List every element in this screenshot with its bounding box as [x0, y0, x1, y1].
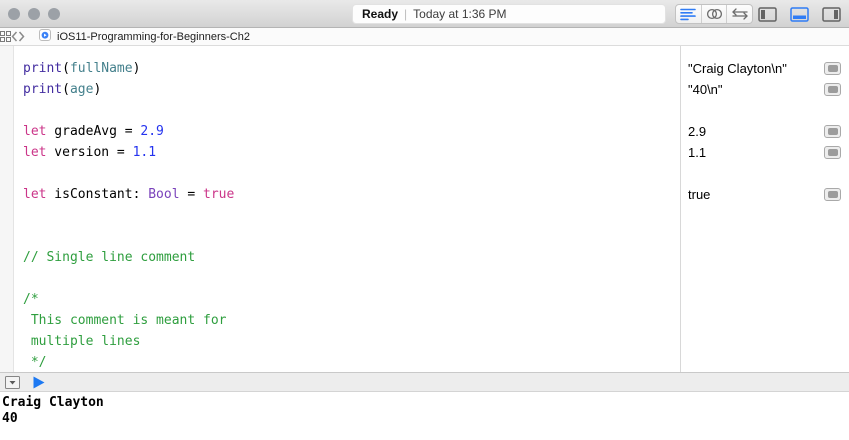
console-line: Craig Clayton	[2, 395, 104, 410]
results-sidebar: "Craig Clayton\n" "40\n" 2.9 1.1 true	[680, 46, 849, 372]
result-value: "40\n"	[688, 82, 723, 97]
standard-editor-button[interactable]	[676, 5, 702, 23]
show-result-icon	[827, 191, 838, 198]
console-output[interactable]: Craig Clayton 40	[0, 392, 849, 440]
navigator-toggle-button[interactable]	[755, 6, 780, 23]
code-line: // Single line comment	[23, 250, 196, 265]
jump-bar: iOS11-Programming-for-Beginners-Ch2	[0, 28, 849, 46]
back-button[interactable]	[11, 31, 18, 42]
zoom-button[interactable]	[48, 8, 60, 20]
playground-file-icon	[39, 29, 51, 44]
result-value: true	[688, 187, 711, 202]
swap-arrows-icon	[732, 8, 748, 20]
editor-region: print(fullName) print(age) let gradeAvg =…	[0, 46, 849, 372]
forward-button[interactable]	[18, 31, 25, 42]
code-pane[interactable]: print(fullName) print(age) let gradeAvg =…	[14, 46, 680, 372]
xcode-playground-window: Ready | Today at 1:36 PM iOS11-Programmi…	[0, 0, 849, 440]
build-status: Ready	[362, 7, 399, 21]
editor-mode-segmented-control	[675, 4, 753, 24]
show-result-icon	[827, 128, 838, 135]
code-line: */	[23, 355, 47, 370]
panel-bottom-icon	[790, 6, 809, 22]
show-result-icon	[827, 149, 838, 156]
grid-icon	[0, 31, 11, 42]
show-result-icon	[827, 65, 838, 72]
result-row: true	[681, 184, 849, 205]
window-titlebar: Ready | Today at 1:36 PM	[0, 0, 849, 28]
panel-left-icon	[758, 6, 777, 22]
traffic-lights	[8, 8, 60, 20]
code-line: multiple lines	[23, 334, 141, 349]
version-editor-button[interactable]	[727, 5, 752, 23]
code-line: let isConstant: Bool = true	[23, 187, 235, 202]
code-line: let gradeAvg = 2.9	[23, 124, 164, 139]
run-button[interactable]	[33, 376, 45, 389]
chevron-right-icon	[18, 31, 25, 42]
result-value: "Craig Clayton\n"	[688, 61, 787, 76]
debug-area-toggle-button[interactable]	[787, 6, 812, 23]
linked-circles-icon	[706, 8, 722, 20]
minimize-button[interactable]	[28, 8, 40, 20]
result-row: "Craig Clayton\n"	[681, 58, 849, 79]
chevron-left-icon	[11, 31, 18, 42]
collapse-down-icon	[5, 375, 20, 389]
document-title[interactable]: iOS11-Programming-for-Beginners-Ch2	[57, 31, 250, 43]
related-items-button[interactable]	[0, 31, 11, 42]
result-value: 1.1	[688, 145, 707, 160]
code-line: This comment is meant for	[23, 313, 227, 328]
code-line: /*	[23, 292, 39, 307]
debug-bar	[0, 372, 849, 392]
close-button[interactable]	[8, 8, 20, 20]
status-timestamp: Today at 1:36 PM	[413, 7, 507, 21]
code-line: let version = 1.1	[23, 145, 157, 160]
show-result-button[interactable]	[824, 83, 841, 96]
inspector-toggle-button[interactable]	[819, 6, 844, 23]
show-result-button[interactable]	[824, 62, 841, 75]
hide-console-button[interactable]	[5, 375, 20, 389]
console-line: 40	[2, 411, 18, 426]
status-separator: |	[404, 7, 408, 21]
result-row: "40\n"	[681, 79, 849, 100]
show-result-button[interactable]	[824, 125, 841, 138]
result-value: 2.9	[688, 124, 707, 139]
show-result-icon	[827, 86, 838, 93]
show-result-button[interactable]	[824, 146, 841, 159]
breakpoint-gutter	[0, 46, 14, 372]
show-result-button[interactable]	[824, 188, 841, 201]
result-row: 2.9	[681, 121, 849, 142]
assistant-editor-button[interactable]	[702, 5, 728, 23]
panel-toggle-group	[755, 3, 844, 25]
panel-right-icon	[822, 6, 841, 22]
activity-viewer: Ready | Today at 1:36 PM	[352, 4, 666, 24]
lines-icon	[680, 8, 697, 21]
result-row: 1.1	[681, 142, 849, 163]
code-line: print(fullName)	[23, 61, 141, 76]
play-icon	[33, 376, 45, 388]
code-line: print(age)	[23, 82, 102, 97]
